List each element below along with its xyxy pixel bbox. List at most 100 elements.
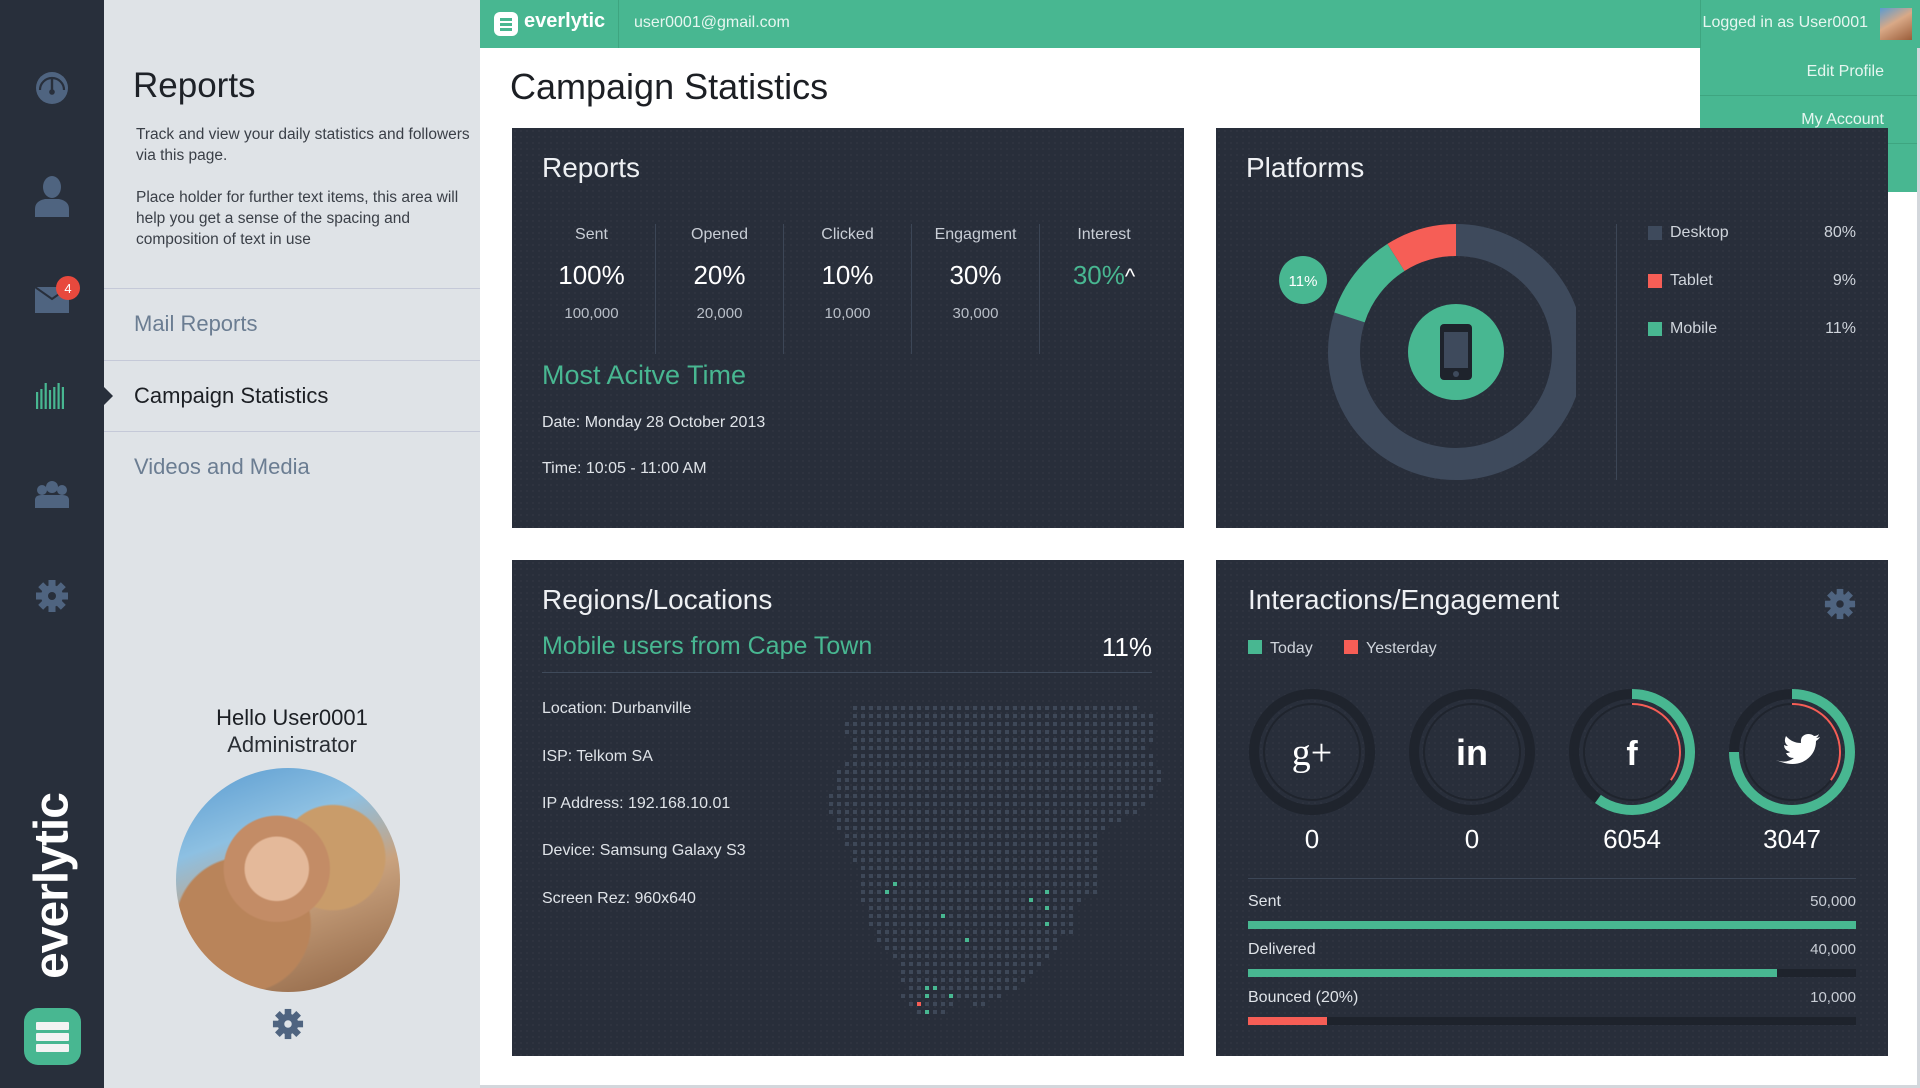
map-dot	[941, 866, 945, 870]
map-dot	[853, 818, 857, 822]
map-dot	[1101, 722, 1105, 726]
map-dot	[941, 754, 945, 758]
map-dot	[901, 818, 905, 822]
map-dot	[965, 986, 969, 990]
map-dot	[957, 882, 961, 886]
interactions-settings-button[interactable]	[1824, 588, 1856, 620]
map-dot	[1133, 762, 1137, 766]
map-dot	[837, 818, 841, 822]
map-dot	[1021, 858, 1025, 862]
everlytic-logo-icon[interactable]	[24, 1008, 81, 1065]
everlytic-logo-icon[interactable]	[494, 12, 518, 36]
rail-brand: everlytic	[12, 776, 92, 996]
map-dot	[1045, 746, 1049, 750]
map-dot	[957, 714, 961, 718]
map-dot	[885, 754, 889, 758]
map-dot	[917, 794, 921, 798]
region-dot-map[interactable]	[829, 706, 1169, 1026]
map-dot	[1013, 978, 1017, 982]
map-dot	[925, 938, 929, 942]
brand-name[interactable]: everlytic	[524, 10, 605, 33]
map-dot	[1029, 730, 1033, 734]
map-dot	[981, 770, 985, 774]
sidebar-item-mail-reports[interactable]: Mail Reports	[104, 288, 480, 359]
map-dot	[1037, 922, 1041, 926]
map-dot	[925, 906, 929, 910]
map-dot	[1077, 834, 1081, 838]
map-dot	[997, 730, 1001, 734]
map-dot	[973, 882, 977, 886]
rail-item-settings[interactable]	[32, 576, 72, 616]
menu-item-edit-profile[interactable]: Edit Profile	[1700, 48, 1920, 96]
map-dot	[997, 794, 1001, 798]
map-dot	[861, 850, 865, 854]
ring-facebook[interactable]: f	[1569, 689, 1695, 815]
map-dot	[1021, 786, 1025, 790]
map-dot	[997, 762, 1001, 766]
ring-twitter[interactable]	[1729, 689, 1855, 815]
map-dot	[925, 818, 929, 822]
map-dot	[989, 714, 993, 718]
map-dot	[1077, 850, 1081, 854]
rail-item-contacts[interactable]	[32, 176, 72, 217]
map-dot	[949, 786, 953, 790]
map-dot	[1037, 850, 1041, 854]
ring-googleplus[interactable]: g+	[1249, 689, 1375, 815]
map-dot	[1005, 786, 1009, 790]
map-dot	[997, 786, 1001, 790]
map-dot	[989, 898, 993, 902]
sidebar-item-campaign-statistics[interactable]: Campaign Statistics	[104, 360, 480, 431]
linkedin-count: 0	[1464, 824, 1480, 854]
map-dot	[981, 882, 985, 886]
map-dot	[965, 882, 969, 886]
ring-linkedin[interactable]: in	[1409, 689, 1535, 815]
map-dot	[1037, 722, 1041, 726]
map-dot	[1093, 850, 1097, 854]
map-dot	[925, 858, 929, 862]
map-dot	[1061, 874, 1065, 878]
map-dot	[1045, 794, 1049, 798]
map-dot	[949, 834, 953, 838]
donut-slice-mobile[interactable]	[1334, 243, 1406, 323]
map-dot	[1005, 866, 1009, 870]
map-dot	[1029, 794, 1033, 798]
rail-item-groups[interactable]	[32, 474, 72, 514]
profile-avatar[interactable]	[176, 768, 400, 992]
map-dot	[957, 802, 961, 806]
donut-slice-tablet[interactable]	[1387, 224, 1457, 272]
map-dot	[1021, 890, 1025, 894]
map-dot	[837, 786, 841, 790]
map-dot	[949, 746, 953, 750]
map-dot	[1029, 746, 1033, 750]
map-dot	[933, 818, 937, 822]
map-dot	[917, 810, 921, 814]
map-dot	[893, 746, 897, 750]
sidebar-item-videos-media[interactable]: Videos and Media	[104, 431, 480, 502]
map-dot	[925, 946, 929, 950]
map-dot	[965, 730, 969, 734]
map-dot	[893, 938, 897, 942]
map-dot	[981, 986, 985, 990]
map-dot	[925, 866, 929, 870]
map-dot	[1117, 794, 1121, 798]
user-menu-toggle[interactable]: Logged in as User0001	[1700, 0, 1920, 48]
map-dot	[1117, 746, 1121, 750]
map-dot	[1037, 834, 1041, 838]
profile-settings-button[interactable]	[272, 1008, 304, 1040]
map-dot	[1037, 802, 1041, 806]
map-dot	[877, 866, 881, 870]
rail-item-dashboard[interactable]	[32, 68, 72, 108]
map-dot	[1053, 810, 1057, 814]
map-dot	[1053, 890, 1057, 894]
map-dot	[957, 818, 961, 822]
map-dot	[989, 874, 993, 878]
map-dot	[893, 786, 897, 790]
map-dot	[861, 802, 865, 806]
map-dot	[1013, 778, 1017, 782]
map-dot	[1021, 826, 1025, 830]
map-dot	[965, 954, 969, 958]
map-dot	[885, 746, 889, 750]
rail-item-reports[interactable]	[32, 376, 72, 416]
map-dot	[1149, 738, 1153, 742]
map-dot	[1117, 786, 1121, 790]
